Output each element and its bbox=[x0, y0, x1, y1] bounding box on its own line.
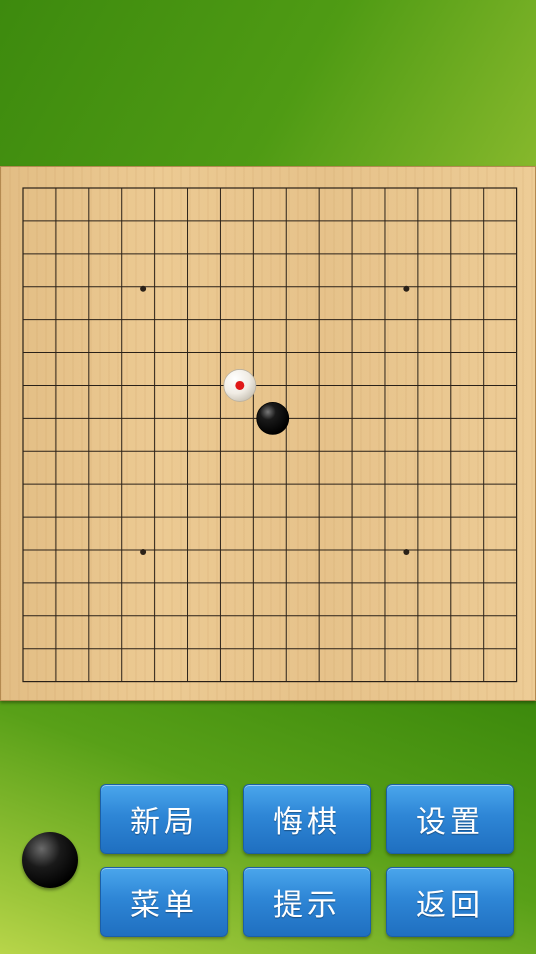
undo-button[interactable]: 悔棋 bbox=[243, 784, 371, 854]
star-point bbox=[140, 548, 147, 555]
board-grid[interactable] bbox=[0, 166, 536, 701]
top-background bbox=[0, 0, 536, 166]
settings-button[interactable]: 设置 bbox=[386, 784, 514, 854]
menu-button[interactable]: 菜单 bbox=[100, 867, 228, 937]
current-turn-stone-icon bbox=[22, 832, 78, 888]
last-move-marker bbox=[235, 380, 245, 390]
black-stone[interactable] bbox=[256, 401, 290, 435]
board-border bbox=[22, 187, 518, 683]
hint-button[interactable]: 提示 bbox=[243, 867, 371, 937]
star-point bbox=[403, 285, 410, 292]
back-button[interactable]: 返回 bbox=[386, 867, 514, 937]
new-game-button[interactable]: 新局 bbox=[100, 784, 228, 854]
gomoku-board[interactable] bbox=[0, 166, 536, 701]
star-point bbox=[403, 548, 410, 555]
star-point bbox=[140, 285, 147, 292]
